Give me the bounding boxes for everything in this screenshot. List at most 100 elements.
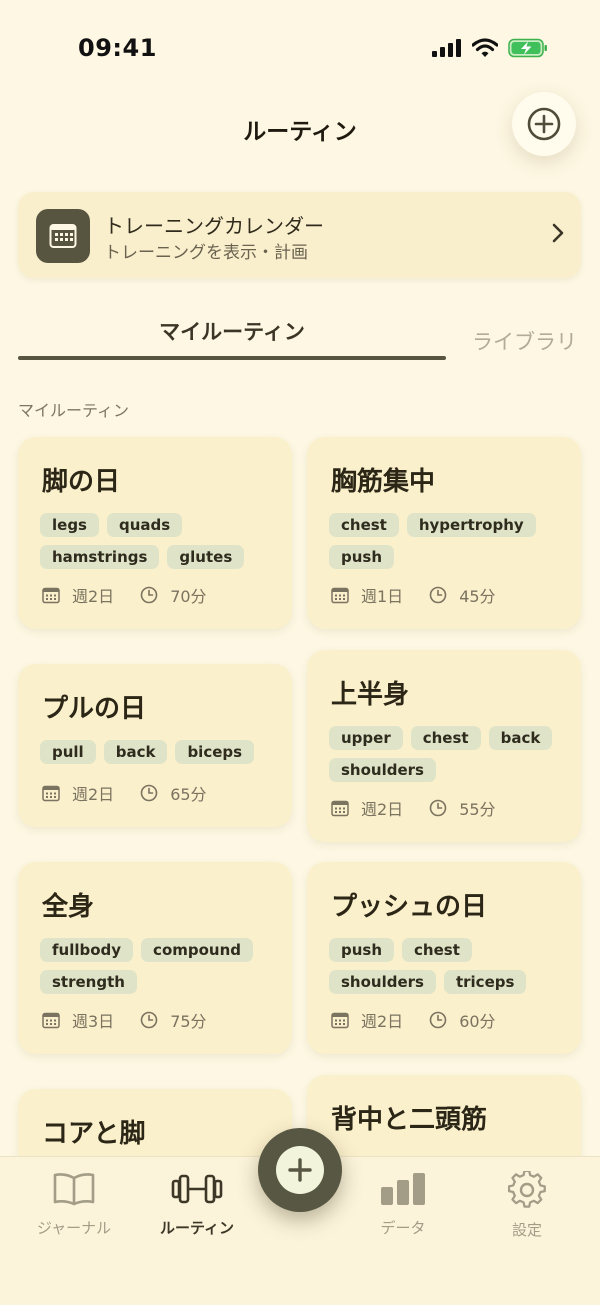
gear-icon: [507, 1169, 546, 1208]
clock-icon: [429, 799, 447, 817]
routine-title: 全身: [42, 892, 95, 922]
clock-icon: [140, 784, 158, 802]
routine-duration: 65分: [170, 785, 207, 804]
tab-my-routines[interactable]: マイルーティン: [18, 316, 446, 346]
bar-chart-icon: [381, 1173, 425, 1205]
routine-card[interactable]: 胸筋集中 chest hypertrophy push 週1日 45分: [307, 437, 581, 629]
routine-title: 上半身: [331, 680, 410, 710]
tag: quads: [106, 513, 183, 537]
calendar-small-icon: [42, 1012, 60, 1028]
tag: push: [329, 938, 395, 962]
clock-icon: [429, 586, 447, 604]
tab-active-indicator: [18, 356, 446, 360]
routine-meta: 週2日 65分: [42, 781, 233, 805]
routine-meta: 週1日 45分: [331, 583, 522, 607]
tab-journal-label: ジャーナル: [36, 1219, 112, 1237]
routine-card[interactable]: プルの日 pull back biceps 週2日 65分: [18, 664, 292, 827]
routine-frequency: 週2日: [72, 587, 115, 606]
calendar-small-icon: [331, 1012, 349, 1028]
tag-list: upper chest back shoulders: [329, 726, 569, 782]
signal-icon: [432, 39, 461, 57]
routine-title: コアと脚: [42, 1119, 146, 1149]
tab-journal[interactable]: ジャーナル: [14, 1171, 134, 1238]
tag: pull: [40, 740, 96, 764]
routine-frequency: 週2日: [361, 1012, 404, 1031]
start-workout-button[interactable]: [258, 1128, 342, 1212]
routine-meta: 週2日 55分: [331, 796, 522, 820]
wifi-icon: [472, 38, 498, 57]
tab-routines-label: ルーティン: [159, 1219, 235, 1237]
clock-icon: [140, 586, 158, 604]
dumbbell-icon: [171, 1174, 223, 1204]
tag: chest: [329, 513, 399, 537]
routine-duration: 60分: [459, 1012, 496, 1031]
tag: glutes: [167, 545, 245, 569]
clock-icon: [429, 1011, 447, 1029]
tab-settings-label: 設定: [511, 1221, 542, 1239]
tag-list: push chest shoulders triceps: [329, 938, 569, 994]
tag-list: legs quads hamstrings glutes: [40, 513, 280, 569]
tag: chest: [402, 938, 472, 962]
calendar-small-icon: [42, 785, 60, 801]
tag: upper: [329, 726, 403, 750]
tab-data-label: データ: [380, 1219, 426, 1237]
tab-settings[interactable]: 設定: [467, 1169, 587, 1240]
tab-data[interactable]: データ: [343, 1171, 463, 1238]
tag: back: [488, 726, 553, 750]
section-label: マイルーティン: [18, 401, 130, 420]
tag-list: chest hypertrophy push: [329, 513, 569, 569]
tag: push: [329, 545, 395, 569]
routine-meta: 週3日 75分: [42, 1008, 233, 1032]
routine-duration: 55分: [459, 800, 496, 819]
routine-title: プルの日: [42, 694, 147, 724]
battery-charging-icon: [508, 38, 547, 58]
routine-frequency: 週3日: [72, 1012, 115, 1031]
tag: triceps: [443, 970, 527, 994]
segment-tabs: マイルーティン ライブラリ: [18, 302, 588, 364]
header: ルーティン: [0, 92, 600, 166]
tag-list: pull back biceps: [40, 740, 280, 764]
calendar-small-icon: [331, 800, 349, 816]
clock-icon: [140, 1011, 158, 1029]
tag: chest: [410, 726, 481, 750]
tag: hamstrings: [40, 545, 160, 569]
page-title: ルーティン: [243, 119, 357, 145]
calendar-small-icon: [42, 587, 60, 603]
calendar-title: トレーニングカレンダー: [104, 214, 324, 238]
status-time: 09:41: [78, 34, 157, 62]
routine-card[interactable]: プッシュの日 push chest shoulders triceps 週2日 …: [307, 862, 581, 1054]
plus-icon: [288, 1158, 312, 1182]
tag: shoulders: [329, 970, 436, 994]
status-icons: [432, 38, 548, 58]
routine-duration: 45分: [459, 587, 496, 606]
calendar-subtitle: トレーニングを表示・計画: [104, 243, 308, 263]
calendar-icon-box: [36, 209, 90, 263]
tag-list: fullbody compound strength: [40, 938, 280, 994]
training-calendar-card[interactable]: トレーニングカレンダー トレーニングを表示・計画: [18, 192, 581, 278]
calendar-icon: [49, 224, 77, 248]
fab-inner: [276, 1146, 324, 1194]
tab-library[interactable]: ライブラリ: [472, 326, 577, 356]
tag: fullbody: [40, 938, 134, 962]
tag: biceps: [175, 740, 255, 764]
tag: compound: [141, 938, 254, 962]
tag: shoulders: [329, 758, 436, 782]
routine-title: 背中と二頭筋: [331, 1105, 488, 1135]
routine-meta: 週2日 60分: [331, 1008, 522, 1032]
plus-circle-icon: [527, 107, 561, 141]
tag: strength: [40, 970, 137, 994]
add-routine-button[interactable]: [512, 92, 576, 156]
routine-meta: 週2日 70分: [42, 583, 233, 607]
routine-title: プッシュの日: [331, 892, 488, 922]
chevron-right-icon: [552, 223, 564, 243]
book-icon: [53, 1173, 95, 1206]
routine-title: 脚の日: [42, 467, 121, 497]
routine-card[interactable]: 全身 fullbody compound strength 週3日 75分: [18, 862, 292, 1054]
routine-frequency: 週2日: [361, 800, 404, 819]
routine-duration: 75分: [170, 1012, 207, 1031]
tag: legs: [40, 513, 99, 537]
routine-card[interactable]: 脚の日 legs quads hamstrings glutes 週2日 70分: [18, 437, 292, 629]
tab-routines[interactable]: ルーティン: [137, 1171, 257, 1238]
routine-duration: 70分: [170, 587, 207, 606]
routine-card[interactable]: 上半身 upper chest back shoulders 週2日 55分: [307, 650, 581, 842]
